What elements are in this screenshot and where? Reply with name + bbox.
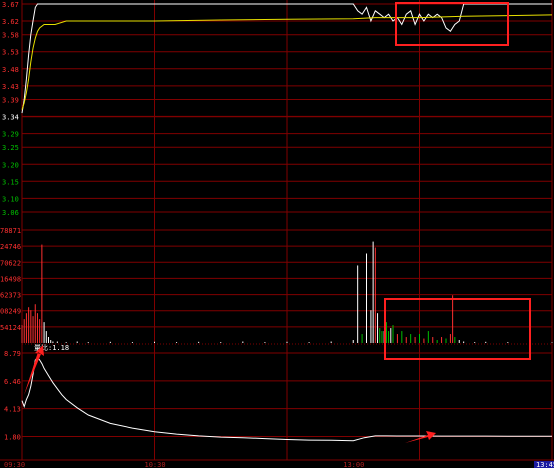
time-tick-label: 13:00 <box>343 461 364 468</box>
ratio-tick-label: 8.79 <box>4 350 21 358</box>
time-tick-label: 10:30 <box>145 461 166 468</box>
volume-tick-label: 08249 <box>0 308 21 316</box>
price-tick-label: 3.25 <box>2 144 19 152</box>
price-tick-label: 3.48 <box>2 66 19 74</box>
price-tick-label: 3.10 <box>2 195 19 203</box>
price-tick-label: 3.06 <box>2 209 19 217</box>
price-tick-label: 3.15 <box>2 178 19 186</box>
ratio-tick-label: 6.46 <box>4 378 21 386</box>
time-tick-label: 13:45 <box>536 461 554 468</box>
price-tick-label: 3.53 <box>2 49 19 57</box>
price-tick-label: 3.43 <box>2 83 19 91</box>
volume-tick-label: 16498 <box>0 275 21 283</box>
chart-background <box>0 0 554 468</box>
time-tick-label: 09:30 <box>4 461 25 468</box>
volume-tick-label: 24746 <box>0 243 21 251</box>
volume-tick-label: 70622 <box>0 259 21 267</box>
price-tick-label: 3.34 <box>2 114 19 122</box>
price-tick-label: 3.29 <box>2 131 19 139</box>
price-tick-label: 3.58 <box>2 32 19 40</box>
price-tick-label: 3.62 <box>2 18 19 26</box>
volume-tick-label: 54124 <box>0 324 21 332</box>
intraday-chart: 3.67 3.62 3.58 3.53 3.48 3.43 3.39 3.34 3.29 3.25… <box>0 0 554 468</box>
price-tick-label: 3.20 <box>2 161 19 169</box>
price-tick-label: 3.39 <box>2 96 19 104</box>
ratio-tick-label: 1.80 <box>4 433 21 441</box>
price-tick-label: 3.67 <box>2 1 19 9</box>
volume-tick-label: 78871 <box>0 227 21 235</box>
ratio-tick-label: 4.13 <box>4 406 21 414</box>
volume-tick-label: 62373 <box>0 292 21 300</box>
